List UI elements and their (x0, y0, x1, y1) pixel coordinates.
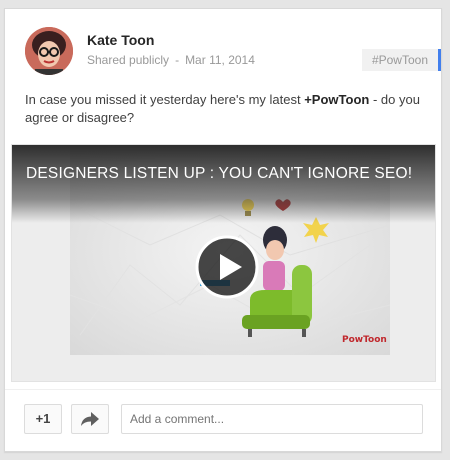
meta-separator: - (175, 53, 180, 67)
visibility-label[interactable]: Shared publicly (87, 53, 169, 67)
play-icon[interactable] (195, 235, 259, 299)
author-name[interactable]: Kate Toon (87, 32, 154, 48)
avatar[interactable] (25, 27, 73, 75)
post-text-before: In case you missed it yesterday here's m… (25, 92, 305, 107)
mention-link[interactable]: +PowToon (304, 92, 369, 107)
post-meta: Shared publicly - Mar 11, 2014 (87, 53, 255, 67)
video-embed[interactable]: PowToon DESIGNERS LISTEN UP : YOU CAN'T … (11, 144, 436, 382)
share-button[interactable] (71, 404, 109, 434)
video-title[interactable]: DESIGNERS LISTEN UP : YOU CAN'T IGNORE S… (26, 165, 412, 183)
action-bar: +1 (5, 389, 441, 454)
post-text: In case you missed it yesterday here's m… (25, 91, 421, 127)
post-card: Kate Toon Shared publicly - Mar 11, 2014 #… (4, 8, 442, 452)
comment-input[interactable] (121, 404, 423, 434)
video-title-bar (12, 145, 435, 223)
hashtag-chip[interactable]: #PowToon (361, 49, 441, 71)
post-date[interactable]: Mar 11, 2014 (185, 53, 255, 67)
plus-one-button[interactable]: +1 (24, 404, 62, 434)
powtoon-logo: PowToon (342, 335, 387, 345)
share-icon (81, 412, 99, 426)
